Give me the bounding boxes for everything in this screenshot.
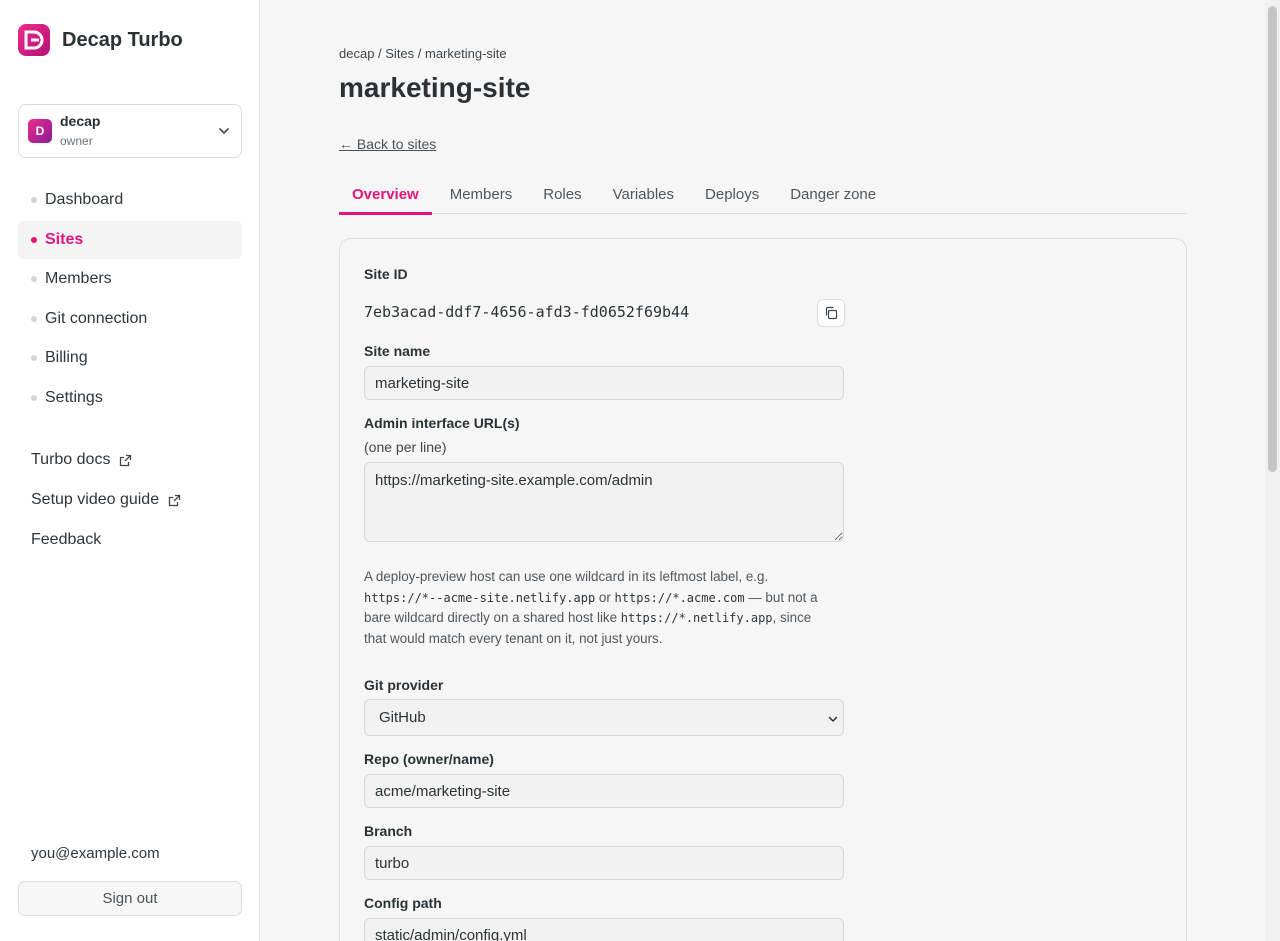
sidebar-item-git-connection[interactable]: Git connection [18,300,242,338]
branch-label: Branch [364,823,413,839]
org-switcher[interactable]: D decap owner [18,104,242,158]
hint-text: or [595,589,615,605]
wildcard-help-text: A deploy-preview host can use one wildca… [364,567,834,649]
scrollbar-thumb[interactable] [1268,6,1277,472]
branch-input[interactable] [364,846,844,880]
git-provider-label: Git provider [364,677,444,693]
bullet-icon [31,276,37,283]
sidebar-item-settings[interactable]: Settings [18,379,242,417]
admin-url-label: Admin interface URL(s) [364,415,520,431]
admin-url-textarea[interactable]: https://marketing-site.example.com/admin [364,462,844,542]
git-provider-select[interactable]: GitHub [364,699,844,736]
bullet-icon [31,315,37,322]
bullet-icon [31,197,37,203]
user-email: you@example.com [31,845,160,862]
page-title: marketing-site [339,72,531,103]
sidebar-item-label: Git connection [45,309,148,327]
sidebar: Decap Turbo D decap owner Dashboard Site… [0,0,260,941]
bullet-icon [31,394,37,401]
breadcrumb: decap / Sites / marketing-site [339,46,507,61]
sidebar-item-billing[interactable]: Billing [18,339,242,377]
chevron-down-icon [828,716,838,722]
bullet-icon [31,236,37,243]
brand[interactable]: Decap Turbo [18,24,183,56]
tab-deploys[interactable]: Deploys [692,174,772,214]
feedback-link[interactable]: Feedback [31,520,181,560]
site-id-label: Site ID [364,266,408,282]
link-label: Setup video guide [31,491,160,508]
admin-url-hint: (one per line) [364,439,447,455]
hint-code: https://*--acme-site.netlify.app [364,590,596,605]
turbo-docs-link[interactable]: Turbo docs [31,440,181,480]
site-settings-card: Site ID 7eb3acad-ddf7-4656-afd3-fd0652f6… [339,238,1187,941]
sidebar-nav: Dashboard Sites Members Git connection B… [18,181,242,419]
tab-variables[interactable]: Variables [600,174,687,214]
hint-code: https://*.netlify.app [620,611,773,625]
site-name-label: Site name [364,343,431,359]
sidebar-item-label: Billing [45,349,88,367]
decap-logo-icon [18,24,50,56]
sidebar-item-dashboard[interactable]: Dashboard [18,181,242,219]
link-label: Feedback [31,531,102,548]
link-label: Turbo docs [31,451,111,468]
sign-out-button[interactable]: Sign out [18,881,242,916]
hint-code: https://*.acme.com [614,590,745,605]
copy-icon [825,306,838,320]
sidebar-item-sites[interactable]: Sites [18,220,242,259]
org-name: decap [60,113,101,129]
repo-input[interactable] [364,774,844,808]
tab-overview[interactable]: Overview [339,174,432,215]
tab-bar: Overview Members Roles Variables Deploys… [339,174,1187,215]
sidebar-item-label: Settings [45,388,103,406]
site-name-input[interactable] [364,366,844,400]
external-links: Turbo docs Setup video guide Feedback [31,440,181,560]
repo-label: Repo (owner/name) [364,751,494,767]
page-scrollbar[interactable] [1265,0,1280,941]
sidebar-item-label: Sites [45,230,84,248]
sidebar-item-members[interactable]: Members [18,260,242,298]
hint-text: A deploy-preview host can use one wildca… [364,569,769,584]
git-provider-value: GitHub [379,709,426,726]
app-name: Decap Turbo [62,28,183,51]
copy-site-id-button[interactable] [817,299,845,327]
chevron-down-icon [219,128,229,134]
org-role: owner [60,134,93,148]
back-to-sites-link[interactable]: ← Back to sites [339,136,436,152]
org-avatar: D [28,119,52,143]
config-path-label: Config path [364,895,442,911]
sidebar-item-label: Dashboard [45,191,124,208]
tab-roles[interactable]: Roles [530,174,594,214]
tab-members[interactable]: Members [437,174,526,214]
bullet-icon [31,355,37,362]
site-id-value: 7eb3acad-ddf7-4656-afd3-fd0652f69b44 [364,303,690,321]
config-path-input[interactable] [364,918,844,941]
setup-video-guide-link[interactable]: Setup video guide [31,480,181,520]
external-link-icon [168,494,181,506]
tab-danger-zone[interactable]: Danger zone [777,174,889,214]
sidebar-item-label: Members [45,270,112,288]
external-link-icon [120,454,132,466]
